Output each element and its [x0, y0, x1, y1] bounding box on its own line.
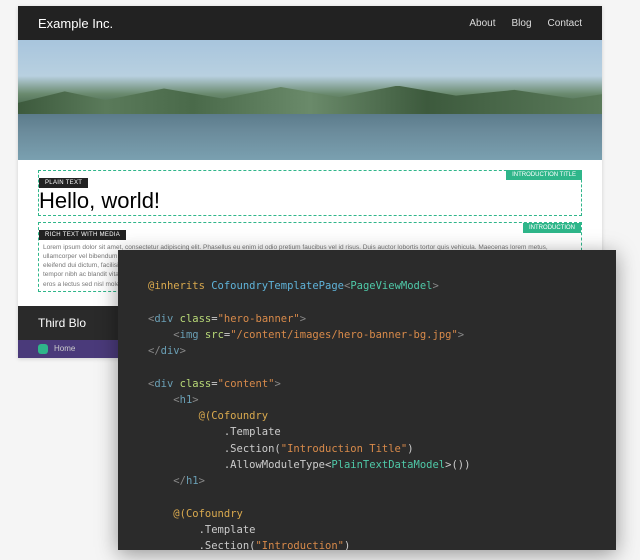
- code-token: .Section(: [224, 443, 281, 455]
- code-token: >()): [445, 459, 470, 471]
- code-token: @(Cofoundry: [199, 410, 269, 422]
- code-token: src: [205, 329, 224, 341]
- code-token: .Template: [224, 426, 281, 438]
- brand-title: Example Inc.: [38, 16, 469, 31]
- code-token: div: [154, 378, 173, 390]
- gear-icon[interactable]: [38, 344, 48, 354]
- module-label-plaintext: PLAIN TEXT: [39, 178, 88, 188]
- home-link[interactable]: Home: [54, 344, 75, 353]
- module-label-richtext: RICH TEXT WITH MEDIA: [39, 230, 126, 240]
- code-token: @inherits: [148, 280, 211, 292]
- code-token: h1: [186, 475, 199, 487]
- code-token: class: [180, 313, 212, 325]
- hero-banner-image: [18, 40, 602, 160]
- page-headline[interactable]: Hello, world!: [39, 189, 577, 213]
- code-token: ): [344, 540, 350, 550]
- code-token: "Introduction": [255, 540, 344, 550]
- code-token: "Introduction Title": [281, 443, 407, 455]
- code-token: CofoundryTemplatePage: [211, 280, 344, 292]
- nav-link-blog[interactable]: Blog: [512, 18, 532, 29]
- code-token: ): [407, 443, 413, 455]
- nav-links: About Blog Contact: [469, 18, 582, 29]
- intro-title-region[interactable]: PLAIN TEXT Hello, world!: [38, 170, 582, 216]
- nav-link-contact[interactable]: Contact: [548, 18, 582, 29]
- code-token: "content": [218, 378, 275, 390]
- code-token: .Template: [199, 524, 256, 536]
- code-token: "hero-banner": [218, 313, 300, 325]
- site-navbar: Example Inc. About Blog Contact: [18, 6, 602, 40]
- section-badge-intro-title[interactable]: INTRODUCTION TITLE: [506, 170, 582, 180]
- code-token: PageViewModel: [350, 280, 432, 292]
- code-token: @(Cofoundry: [173, 508, 243, 520]
- code-token: class: [180, 378, 212, 390]
- code-token: img: [180, 329, 199, 341]
- section-badge-intro[interactable]: INTRODUCTION: [523, 223, 581, 233]
- code-token: div: [161, 345, 180, 357]
- blog-card-title[interactable]: Third Blo: [38, 316, 86, 330]
- code-token: PlainTextDataModel: [331, 459, 445, 471]
- code-token: .AllowModuleType<: [224, 459, 331, 471]
- code-token: "/content/images/hero-banner-bg.jpg": [230, 329, 458, 341]
- code-editor-panel: @inherits CofoundryTemplatePage<PageView…: [118, 250, 616, 550]
- code-token: div: [154, 313, 173, 325]
- nav-link-about[interactable]: About: [469, 18, 495, 29]
- code-token: h1: [180, 394, 193, 406]
- code-token: .Section(: [199, 540, 256, 550]
